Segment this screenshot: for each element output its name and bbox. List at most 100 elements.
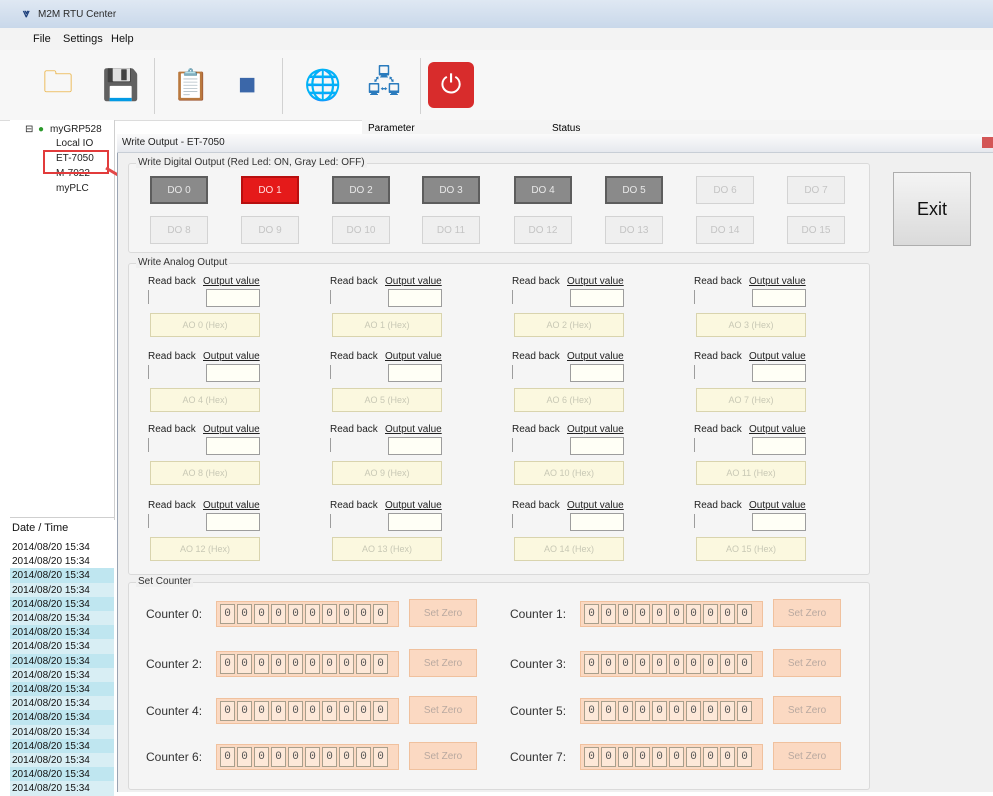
- ao-write-button-6[interactable]: AO 6 (Hex): [514, 388, 624, 412]
- ao-write-button-0[interactable]: AO 0 (Hex): [150, 313, 260, 337]
- counter-digit: 0: [271, 701, 286, 721]
- counter-digit: 0: [237, 654, 252, 674]
- log-row[interactable]: 2014/08/20 15:34: [10, 738, 114, 754]
- ao-read-back-field: [512, 365, 513, 379]
- ao-write-button-7[interactable]: AO 7 (Hex): [696, 388, 806, 412]
- set-zero-button-3[interactable]: Set Zero: [773, 649, 841, 677]
- log-row[interactable]: 2014/08/20 15:34: [10, 696, 114, 712]
- notes-star-icon[interactable]: 📋: [168, 62, 214, 108]
- menu-file[interactable]: File: [33, 33, 51, 45]
- ao-output-value-input[interactable]: [206, 513, 260, 531]
- ao-write-button-10[interactable]: AO 10 (Hex): [514, 461, 624, 485]
- network-icon[interactable]: 🖧: [361, 62, 407, 108]
- do-button-1[interactable]: DO 1: [241, 176, 299, 204]
- ao-write-button-5[interactable]: AO 5 (Hex): [332, 388, 442, 412]
- tree-root-expand-icon[interactable]: ⊟: [25, 124, 33, 135]
- ao-output-value-input[interactable]: [206, 364, 260, 382]
- column-parameter[interactable]: Parameter: [368, 123, 415, 134]
- ao-output-value-input[interactable]: [388, 364, 442, 382]
- do-button-10[interactable]: DO 10: [332, 216, 390, 244]
- ao-output-value-input[interactable]: [752, 437, 806, 455]
- do-button-0[interactable]: DO 0: [150, 176, 208, 204]
- tree-root[interactable]: myGRP528: [50, 124, 102, 135]
- ao-output-value-label: Output value: [749, 276, 806, 287]
- log-row[interactable]: 2014/08/20 15:34: [10, 753, 114, 768]
- do-button-5[interactable]: DO 5: [605, 176, 663, 204]
- toolbar: 🗀 💾 📋 ■ 🌐 🖧 ⏻: [0, 50, 993, 121]
- ao-output-value-input[interactable]: [388, 437, 442, 455]
- log-row[interactable]: 2014/08/20 15:34: [10, 540, 114, 555]
- globe-icon[interactable]: 🌐: [300, 62, 346, 108]
- ao-output-value-input[interactable]: [206, 289, 260, 307]
- log-row[interactable]: 2014/08/20 15:34: [10, 781, 114, 796]
- ao-write-button-15[interactable]: AO 15 (Hex): [696, 537, 806, 561]
- menu-help[interactable]: Help: [111, 33, 134, 45]
- do-button-13[interactable]: DO 13: [605, 216, 663, 244]
- cube-icon[interactable]: ■: [224, 62, 270, 108]
- do-button-8[interactable]: DO 8: [150, 216, 208, 244]
- do-button-9[interactable]: DO 9: [241, 216, 299, 244]
- do-button-14[interactable]: DO 14: [696, 216, 754, 244]
- log-row[interactable]: 2014/08/20 15:34: [10, 724, 114, 740]
- log-row[interactable]: 2014/08/20 15:34: [10, 639, 114, 655]
- ao-output-value-input[interactable]: [206, 437, 260, 455]
- exit-button[interactable]: Exit: [893, 172, 971, 246]
- ao-output-value-input[interactable]: [570, 437, 624, 455]
- tree-item-local-io[interactable]: Local IO: [56, 138, 93, 149]
- log-row[interactable]: 2014/08/20 15:34: [10, 568, 114, 584]
- dialog-close-icon[interactable]: [982, 137, 993, 148]
- set-zero-button-6[interactable]: Set Zero: [409, 742, 477, 770]
- do-button-11[interactable]: DO 11: [422, 216, 480, 244]
- menu-settings[interactable]: Settings: [63, 33, 103, 45]
- log-row[interactable]: 2014/08/20 15:34: [10, 710, 114, 726]
- do-button-12[interactable]: DO 12: [514, 216, 572, 244]
- log-row[interactable]: 2014/08/20 15:34: [10, 682, 114, 697]
- ao-output-value-input[interactable]: [570, 364, 624, 382]
- ao-output-value-input[interactable]: [752, 513, 806, 531]
- ao-write-button-2[interactable]: AO 2 (Hex): [514, 313, 624, 337]
- set-zero-button-7[interactable]: Set Zero: [773, 742, 841, 770]
- ao-write-button-3[interactable]: AO 3 (Hex): [696, 313, 806, 337]
- log-row[interactable]: 2014/08/20 15:34: [10, 596, 114, 612]
- log-row[interactable]: 2014/08/20 15:34: [10, 653, 114, 669]
- column-status[interactable]: Status: [552, 123, 580, 134]
- set-zero-button-4[interactable]: Set Zero: [409, 696, 477, 724]
- ao-output-value-input[interactable]: [388, 513, 442, 531]
- counter-digit: 0: [373, 701, 388, 721]
- power-icon[interactable]: ⏻: [428, 62, 474, 108]
- do-button-7[interactable]: DO 7: [787, 176, 845, 204]
- ao-write-button-12[interactable]: AO 12 (Hex): [150, 537, 260, 561]
- ao-output-value-input[interactable]: [570, 513, 624, 531]
- ao-write-button-8[interactable]: AO 8 (Hex): [150, 461, 260, 485]
- tree-item-myplc[interactable]: myPLC: [56, 183, 89, 194]
- ao-write-button-4[interactable]: AO 4 (Hex): [150, 388, 260, 412]
- do-button-6[interactable]: DO 6: [696, 176, 754, 204]
- ao-output-value-input[interactable]: [752, 364, 806, 382]
- do-button-2[interactable]: DO 2: [332, 176, 390, 204]
- set-zero-button-2[interactable]: Set Zero: [409, 649, 477, 677]
- log-row[interactable]: 2014/08/20 15:34: [10, 767, 114, 783]
- set-zero-button-5[interactable]: Set Zero: [773, 696, 841, 724]
- counter-digit: 0: [652, 701, 667, 721]
- log-header[interactable]: Date / Time: [10, 521, 114, 536]
- ao-output-value-input[interactable]: [570, 289, 624, 307]
- do-button-15[interactable]: DO 15: [787, 216, 845, 244]
- log-row[interactable]: 2014/08/20 15:34: [10, 611, 114, 626]
- log-row[interactable]: 2014/08/20 15:34: [10, 554, 114, 569]
- ao-write-button-13[interactable]: AO 13 (Hex): [332, 537, 442, 561]
- open-folder-icon[interactable]: 🗀: [35, 62, 81, 108]
- set-zero-button-1[interactable]: Set Zero: [773, 599, 841, 627]
- save-disk-icon[interactable]: 💾: [98, 62, 144, 108]
- do-button-4[interactable]: DO 4: [514, 176, 572, 204]
- log-row[interactable]: 2014/08/20 15:34: [10, 625, 114, 641]
- ao-output-value-input[interactable]: [752, 289, 806, 307]
- ao-write-button-9[interactable]: AO 9 (Hex): [332, 461, 442, 485]
- log-row[interactable]: 2014/08/20 15:34: [10, 582, 114, 598]
- ao-write-button-14[interactable]: AO 14 (Hex): [514, 537, 624, 561]
- ao-output-value-input[interactable]: [388, 289, 442, 307]
- log-row[interactable]: 2014/08/20 15:34: [10, 667, 114, 683]
- set-zero-button-0[interactable]: Set Zero: [409, 599, 477, 627]
- ao-write-button-11[interactable]: AO 11 (Hex): [696, 461, 806, 485]
- ao-write-button-1[interactable]: AO 1 (Hex): [332, 313, 442, 337]
- do-button-3[interactable]: DO 3: [422, 176, 480, 204]
